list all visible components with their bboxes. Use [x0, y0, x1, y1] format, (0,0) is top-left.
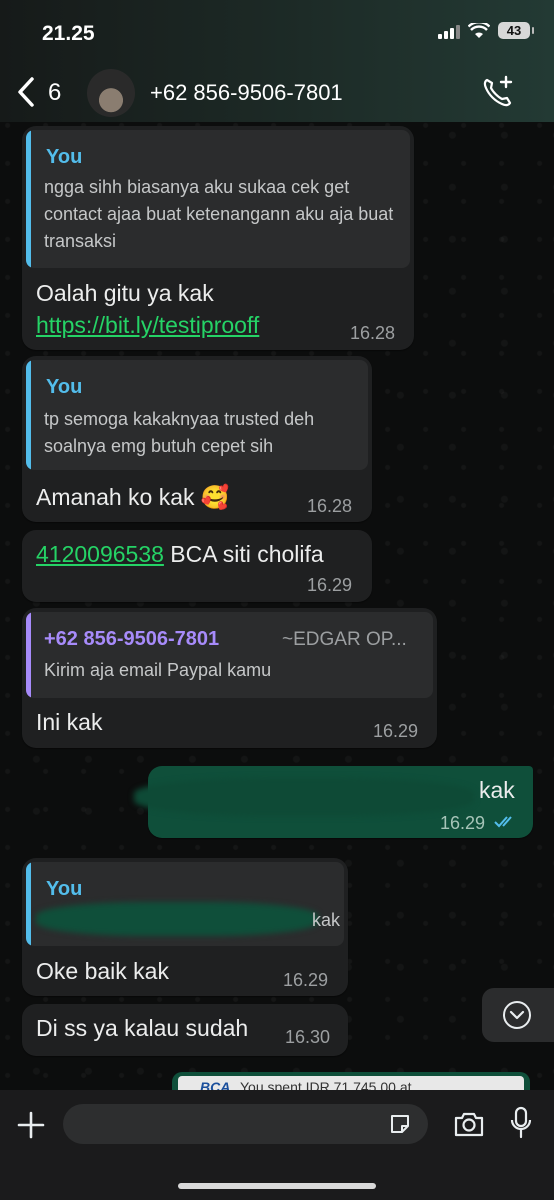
message-link[interactable]: https://bit.ly/testiprooff	[36, 312, 259, 339]
signal-icon	[438, 23, 460, 39]
message-text: Oke baik kak	[36, 958, 169, 984]
quote-author-pushname: ~EDGAR OP...	[282, 629, 407, 650]
message-text: 4120096538 BCA siti cholifa	[36, 541, 324, 568]
quoted-message[interactable]: You tp semoga kakaknyaa trusted deh soal…	[26, 360, 368, 470]
avatar[interactable]	[87, 69, 135, 117]
quoted-message[interactable]: You ngga sihh biasanya aku sukaa cek get…	[26, 130, 410, 268]
call-add-icon[interactable]	[480, 74, 516, 110]
scroll-to-bottom-button[interactable]	[482, 988, 554, 1042]
message-time: 16.28	[307, 496, 353, 516]
plus-icon[interactable]	[16, 1110, 46, 1140]
quote-author: You	[46, 878, 83, 900]
quote-author: You	[46, 376, 83, 398]
battery-icon: 43	[498, 22, 534, 39]
message-text: kak	[479, 777, 515, 803]
wifi-icon	[468, 22, 490, 38]
mic-icon[interactable]	[510, 1106, 532, 1140]
quote-text: Kirim aja email Paypal kamu	[44, 660, 272, 680]
account-number-link[interactable]: 4120096538	[36, 541, 164, 567]
quote-author: You	[46, 146, 83, 168]
message-text: Amanah ko kak 🥰	[36, 484, 230, 510]
camera-icon[interactable]	[453, 1110, 485, 1138]
status-icons: 43	[438, 22, 534, 39]
message-time: 16.30	[285, 1027, 331, 1047]
message-time: 16.29	[440, 813, 486, 833]
quote-text: tp semoga kakaknyaa trusted deh soalnya …	[44, 409, 315, 456]
redacted-area	[134, 778, 474, 816]
message-time: 16.28	[350, 323, 396, 343]
redacted-area	[36, 902, 318, 936]
quote-text: ngga sihh biasanya aku sukaa cek get con…	[44, 177, 394, 251]
quote-text: kak	[312, 910, 341, 930]
message-text-rest: BCA siti cholifa	[163, 541, 324, 567]
chevron-down-icon	[503, 1001, 531, 1029]
message-time: 16.29	[307, 575, 353, 595]
message-time: 16.29	[373, 721, 419, 741]
unread-count[interactable]: 6	[48, 79, 61, 107]
sticker-icon[interactable]	[388, 1112, 412, 1136]
status-time: 21.25	[42, 22, 95, 45]
message-text: Di ss ya kalau sudah	[36, 1015, 249, 1041]
home-indicator[interactable]	[178, 1183, 376, 1189]
quoted-message[interactable]: +62 856-9506-7801 ~EDGAR OP... Kirim aja…	[26, 612, 433, 698]
quoted-message[interactable]: You kak	[26, 862, 344, 946]
message-text: Ini kak	[36, 709, 103, 735]
message-input[interactable]	[63, 1104, 428, 1144]
read-ticks-icon	[494, 816, 512, 828]
quote-author: +62 856-9506-7801	[44, 628, 220, 650]
message-time: 16.29	[283, 970, 329, 990]
back-arrow-icon[interactable]	[14, 74, 40, 110]
message-text: Oalah gitu ya kak	[36, 280, 214, 306]
contact-name[interactable]: +62 856-9506-7801	[150, 80, 343, 106]
